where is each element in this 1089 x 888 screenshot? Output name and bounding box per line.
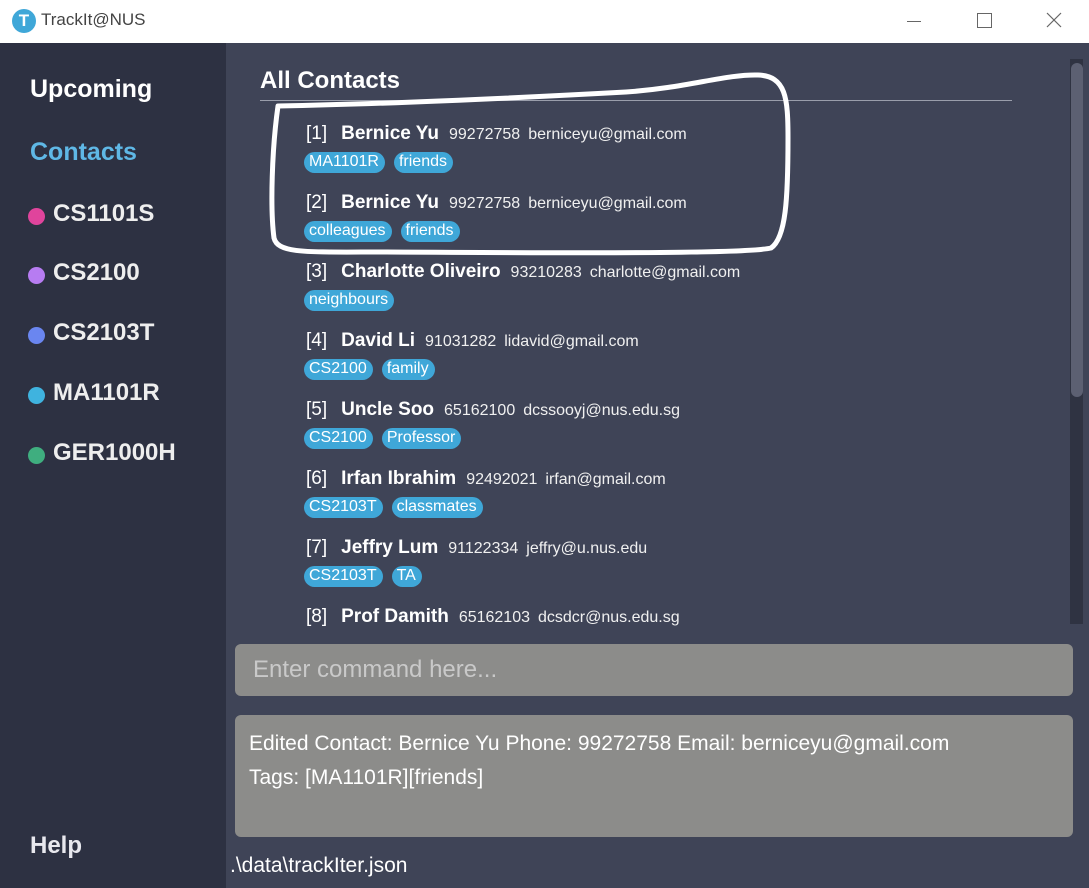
minimize-icon (907, 21, 921, 22)
maximize-icon (977, 13, 992, 28)
module-color-dot (28, 447, 45, 464)
contact-tag: CS2103T (304, 566, 383, 587)
contact-name: Jeffry Lum (341, 537, 439, 558)
scrollbar-thumb[interactable] (1071, 63, 1083, 397)
contact-phone: 91031282 (425, 333, 497, 350)
contact-tag: CS2100 (304, 359, 373, 380)
contact-index: [6] (306, 468, 328, 489)
contact-email: dcssooyj@nus.edu.sg (523, 402, 680, 419)
contact-name: Prof Damith (341, 606, 449, 627)
sidebar-module-label: GER1000H (53, 439, 176, 466)
contact-index: [4] (306, 330, 328, 351)
contact-tag: family (381, 359, 435, 380)
contact-email: dcsdcr@nus.edu.sg (538, 609, 680, 626)
contact-name: Uncle Soo (341, 399, 435, 420)
window-title: TrackIt@NUS (41, 10, 146, 29)
app-logo-icon: T (12, 9, 36, 33)
sidebar-module-label: CS2103T (53, 319, 155, 346)
result-line: Tags: [MA1101R][friends] (249, 766, 484, 789)
annotation-outline (269, 72, 791, 256)
sidebar-module-label: CS1101S (53, 200, 155, 227)
module-color-dot (28, 267, 45, 284)
contact-phone: 91122334 (448, 540, 519, 557)
contact-tag: CS2103T (304, 497, 383, 518)
command-input[interactable] (235, 644, 1073, 696)
contact-email: jeffry@u.nus.edu (526, 540, 648, 557)
sidebar-module-label: CS2100 (53, 259, 140, 286)
contact-phone: 65162103 (458, 609, 530, 626)
contact-name: David Li (341, 330, 416, 351)
contact-index: [7] (306, 537, 328, 558)
contact-tag: Professor (381, 428, 462, 449)
contact-phone: 92492021 (466, 471, 538, 488)
contact-email: irfan@gmail.com (545, 471, 666, 488)
sidebar-module-label: MA1101R (53, 379, 160, 406)
command-box[interactable] (235, 644, 1073, 696)
contact-tag: classmates (391, 497, 483, 518)
contact-name: Irfan Ibrahim (341, 468, 457, 489)
sidebar-item-contacts[interactable]: Contacts (30, 138, 137, 167)
contact-tag: CS2100 (304, 428, 373, 449)
status-bar-file-path: .\data\trackIter.json (230, 854, 408, 877)
result-display: Edited Contact: Bernice Yu Phone: 992727… (235, 715, 1073, 837)
sidebar-item-help[interactable]: Help (30, 832, 82, 860)
module-color-dot (28, 208, 45, 225)
module-color-dot (28, 387, 45, 404)
sidebar: Upcoming Contacts CS1101S CS2100 CS2103T… (0, 43, 226, 888)
main-panel: All Contacts [1] Bernice Yu 99272758 bernic… (226, 43, 1089, 888)
module-color-dot (28, 327, 45, 344)
contact-phone: 65162100 (444, 402, 516, 419)
maximize-button[interactable] (952, 0, 1016, 43)
contact-index: [8] (306, 606, 328, 627)
close-icon (1046, 12, 1062, 28)
contact-index: [5] (306, 399, 328, 420)
minimize-button[interactable] (882, 0, 946, 43)
contact-tag: TA (391, 566, 422, 587)
contact-tag: neighbours (304, 290, 395, 311)
title-bar: T TrackIt@NUS (0, 0, 1089, 43)
contact-email: lidavid@gmail.com (504, 333, 639, 350)
sidebar-item-upcoming[interactable]: Upcoming (30, 75, 152, 104)
close-button[interactable] (1022, 0, 1086, 43)
result-line: Edited Contact: Bernice Yu Phone: 992727… (249, 732, 950, 755)
